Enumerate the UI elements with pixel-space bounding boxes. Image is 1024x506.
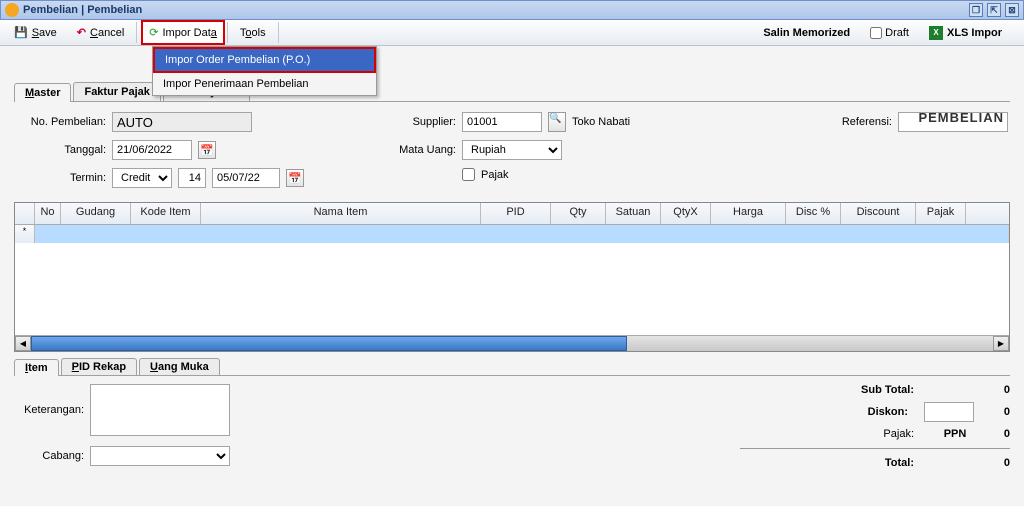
total-label: Total: [740, 457, 930, 469]
tanggal-label: Tanggal: [16, 144, 106, 156]
col-qtyx[interactable]: QtyX [661, 203, 711, 224]
no-pembelian-label: No. Pembelian: [16, 116, 106, 128]
col-no[interactable]: No [35, 203, 61, 224]
sub-tabs: Item PID Rekap Uang Muka [14, 358, 1010, 376]
window-close-icon[interactable]: ⊠ [1005, 3, 1019, 17]
xls-impor-button[interactable]: X XLS Impor [919, 26, 1012, 40]
mata-uang-select[interactable]: Rupiah [462, 140, 562, 160]
termin-days-input[interactable] [178, 168, 206, 188]
scroll-right-icon[interactable]: ▶ [993, 336, 1009, 351]
supplier-name-text: Toko Nabati [572, 116, 630, 128]
subtab-uang-muka[interactable]: Uang Muka [139, 358, 220, 375]
window-title: Pembelian | Pembelian [23, 4, 142, 16]
subtab-pid-rekap[interactable]: PID Rekap [61, 358, 137, 375]
keterangan-label: Keterangan: [14, 404, 84, 416]
tanggal-calendar-icon[interactable]: 📅 [198, 141, 216, 159]
subtotal-label: Sub Total: [740, 384, 930, 396]
cancel-label: ancel [98, 27, 124, 39]
pajak-checkbox[interactable] [462, 168, 475, 181]
cabang-label: Cabang: [14, 450, 84, 462]
cancel-button[interactable]: ↶ Cancel [67, 20, 134, 45]
draft-label: Draft [885, 27, 909, 39]
diskon-value: 0 [980, 406, 1010, 418]
tools-label: Tools [240, 27, 266, 39]
keterangan-textarea[interactable] [90, 384, 230, 436]
pajak-type: PPN [930, 428, 980, 440]
save-icon: 💾 [14, 26, 28, 39]
col-gudang[interactable]: Gudang [61, 203, 131, 224]
supplier-label: Supplier: [376, 116, 456, 128]
diskon-label: Diskon: [740, 406, 924, 418]
app-icon [5, 3, 19, 17]
col-pid[interactable]: PID [481, 203, 551, 224]
subtab-item[interactable]: Item [14, 359, 59, 376]
window-restore-icon[interactable]: ❐ [969, 3, 983, 17]
col-nama-item[interactable]: Nama Item [201, 203, 481, 224]
supplier-lookup-icon[interactable]: 🔍 [548, 112, 566, 132]
draft-checkbox[interactable] [870, 27, 882, 39]
pajak-total-label: Pajak: [740, 428, 930, 440]
pajak-value: 0 [980, 428, 1010, 440]
diskon-input[interactable] [924, 402, 974, 422]
col-disc-percent[interactable]: Disc % [786, 203, 841, 224]
total-value: 0 [930, 457, 1010, 469]
termin-due-input[interactable] [212, 168, 280, 188]
col-harga[interactable]: Harga [711, 203, 786, 224]
xls-icon: X [929, 26, 943, 40]
col-satuan[interactable]: Satuan [606, 203, 661, 224]
col-discount[interactable]: Discount [841, 203, 916, 224]
referensi-label: Referensi: [842, 116, 892, 128]
pajak-label: Pajak [481, 169, 509, 181]
tools-button[interactable]: Tools [230, 20, 276, 45]
tanggal-input[interactable] [112, 140, 192, 160]
dropdown-item-impor-po[interactable]: Impor Order Pembelian (P.O.) [153, 47, 376, 73]
dropdown-item-impor-penerimaan[interactable]: Impor Penerimaan Pembelian [153, 73, 376, 95]
scroll-left-icon[interactable]: ◀ [15, 336, 31, 351]
impor-data-label: Impor Data [162, 27, 216, 39]
col-qty[interactable]: Qty [551, 203, 606, 224]
cabang-select[interactable] [90, 446, 230, 466]
impor-data-button[interactable]: ⟳ Impor Data [141, 20, 225, 45]
col-kode-item[interactable]: Kode Item [131, 203, 201, 224]
section-title: PEMBELIAN [918, 110, 1004, 125]
window-maximize-icon[interactable]: ⇱ [987, 3, 1001, 17]
title-bar: Pembelian | Pembelian ❐ ⇱ ⊠ [0, 0, 1024, 20]
no-pembelian-input[interactable] [112, 112, 252, 132]
impor-data-dropdown: Impor Order Pembelian (P.O.) Impor Pener… [152, 46, 377, 96]
scroll-thumb[interactable] [31, 336, 627, 351]
xls-impor-label: XLS Impor [947, 27, 1002, 39]
cancel-icon: ↶ [77, 26, 86, 39]
termin-label: Termin: [16, 172, 106, 184]
salin-memorized-button[interactable]: Salin Memorized [753, 27, 860, 39]
subtotal-value: 0 [930, 384, 1010, 396]
grid-hscroll[interactable]: ◀ ▶ [15, 335, 1009, 351]
mata-uang-label: Mata Uang: [376, 144, 456, 156]
reload-icon: ⟳ [149, 26, 158, 39]
tab-master[interactable]: Master [14, 83, 71, 102]
grid-new-row[interactable]: * [15, 225, 1009, 243]
termin-type-select[interactable]: Credit [112, 168, 172, 188]
tab-faktur-pajak[interactable]: Faktur Pajak [73, 82, 160, 101]
toolbar: 💾 Save ↶ Cancel ⟳ Impor Data Tools Salin… [0, 20, 1024, 46]
items-grid: No Gudang Kode Item Nama Item PID Qty Sa… [14, 202, 1010, 352]
termin-calendar-icon[interactable]: 📅 [286, 169, 304, 187]
col-pajak[interactable]: Pajak [916, 203, 966, 224]
supplier-code-input[interactable] [462, 112, 542, 132]
save-button[interactable]: 💾 Save [4, 20, 67, 45]
save-label: ave [39, 27, 57, 39]
